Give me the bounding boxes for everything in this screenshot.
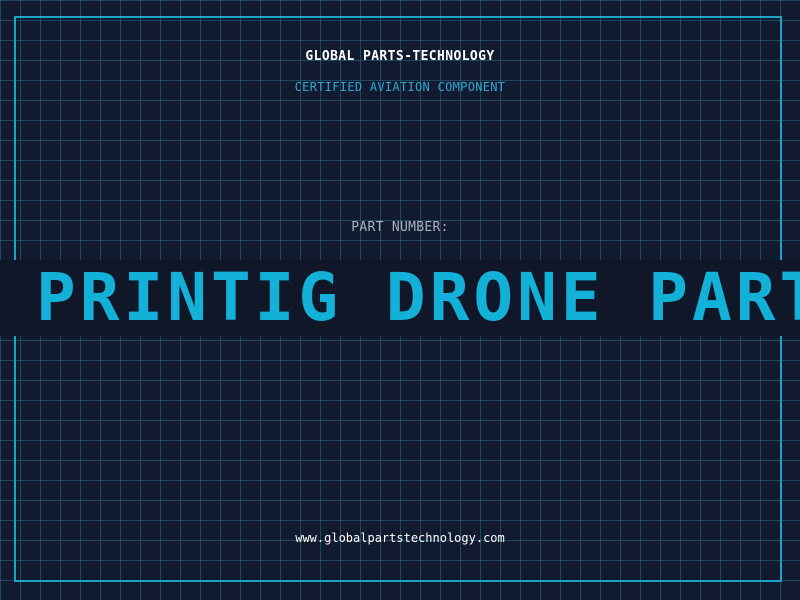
part-number-label: PART NUMBER: [351,220,449,235]
part-number-value: PRINTIG DRONE PARTS [36,260,800,336]
brand-tagline: CERTIFIED AVIATION COMPONENT [294,80,506,94]
part-number-band: PRINTIG DRONE PARTS [0,260,800,336]
page: { "brand": { "name": "GLOBAL PARTS-TECHN… [0,0,800,600]
brand-name: GLOBAL PARTS-TECHNOLOGY [305,49,495,64]
website-url: www.globalpartstechnology.com [295,531,505,545]
